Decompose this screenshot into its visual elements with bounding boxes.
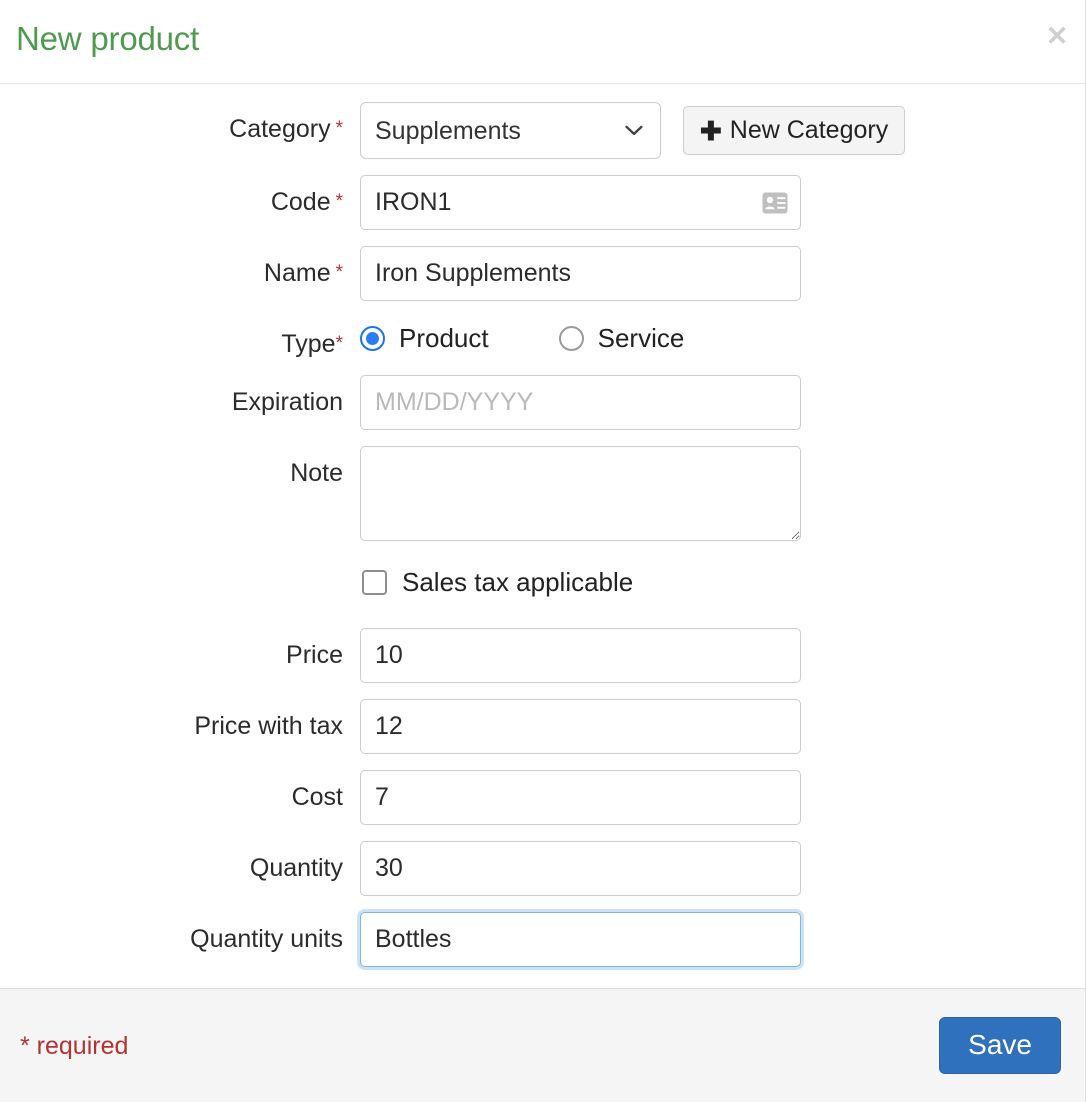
quantity-units-input[interactable]	[360, 912, 801, 967]
form-row-cost: Cost	[0, 770, 1085, 825]
form-row-price: Price	[0, 628, 1085, 683]
cost-label-cell: Cost	[0, 770, 360, 812]
sales-tax-label: Sales tax applicable	[402, 567, 634, 597]
radio-selected-icon[interactable]	[360, 326, 385, 351]
form-row-expiration: Expiration	[0, 375, 1085, 430]
quantity-label: Quantity	[249, 854, 343, 882]
expiration-controls	[360, 375, 1085, 430]
code-input-wrap	[360, 175, 801, 230]
code-input[interactable]	[360, 175, 801, 230]
quantity-units-controls	[360, 912, 1085, 967]
type-controls: Product Service	[360, 317, 1085, 354]
type-radio-service-label: Service	[597, 323, 685, 353]
category-label: Category	[229, 115, 331, 143]
form-row-quantity: Quantity	[0, 841, 1085, 896]
expiration-label-cell: Expiration	[0, 375, 360, 417]
form-row-note: Note	[0, 446, 1085, 541]
note-textarea[interactable]	[360, 446, 801, 541]
type-label: Type	[281, 330, 336, 358]
form-row-quantity-units: Quantity units	[0, 912, 1085, 967]
type-radio-service[interactable]: Service	[558, 323, 685, 354]
code-label: Code	[270, 188, 331, 216]
type-radio-product-label: Product	[399, 323, 489, 353]
form-row-name: Name *	[0, 246, 1085, 301]
radio-unselected-icon[interactable]	[558, 326, 584, 351]
note-label: Note	[290, 459, 343, 487]
new-category-label: New Category	[729, 116, 889, 144]
price-label-cell: Price	[0, 628, 360, 670]
code-controls	[360, 175, 1085, 230]
cost-input[interactable]	[360, 770, 801, 825]
name-controls	[360, 246, 1085, 301]
form-row-category: Category * Supplements ✚ New Category	[0, 102, 1085, 159]
form-row-price-with-tax: Price with tax	[0, 699, 1085, 754]
code-required-marker: *	[335, 191, 343, 212]
plus-icon: ✚	[700, 115, 722, 146]
category-required-marker: *	[335, 118, 343, 139]
price-with-tax-controls	[360, 699, 1085, 754]
note-label-cell: Note	[0, 446, 360, 488]
price-with-tax-label-cell: Price with tax	[0, 699, 360, 741]
save-button[interactable]: Save	[939, 1017, 1061, 1074]
category-select[interactable]: Supplements	[360, 102, 661, 159]
sales-tax-row[interactable]: Sales tax applicable	[360, 567, 1085, 598]
quantity-units-label: Quantity units	[190, 925, 343, 953]
form-row-type: Type* Product Service	[0, 317, 1085, 359]
type-radio-group: Product Service	[360, 317, 684, 354]
dialog-header: New product ✕	[0, 0, 1085, 84]
dialog-body: Category * Supplements ✚ New Category Code…	[0, 84, 1085, 988]
id-card-icon[interactable]	[762, 192, 788, 214]
cost-label: Cost	[291, 783, 343, 811]
dialog-title: New product	[16, 20, 200, 57]
code-label-cell: Code *	[0, 175, 360, 217]
quantity-controls	[360, 841, 1085, 896]
name-required-marker: *	[335, 262, 343, 283]
cost-controls	[360, 770, 1085, 825]
expiration-input[interactable]	[360, 375, 801, 430]
category-select-wrap: Supplements	[360, 102, 661, 159]
dialog-footer: * required Save	[0, 988, 1085, 1102]
new-product-dialog: New product ✕ Category * Supplements ✚ New…	[0, 0, 1086, 1102]
price-label: Price	[286, 641, 343, 669]
type-label-cell: Type*	[0, 317, 360, 359]
price-input[interactable]	[360, 628, 801, 683]
expiration-label: Expiration	[231, 388, 343, 416]
quantity-units-label-cell: Quantity units	[0, 912, 360, 954]
category-controls: Supplements ✚ New Category	[360, 102, 1085, 159]
name-label-cell: Name *	[0, 246, 360, 288]
note-controls	[360, 446, 1085, 541]
quantity-input[interactable]	[360, 841, 801, 896]
name-input[interactable]	[360, 246, 801, 301]
form-row-code: Code *	[0, 175, 1085, 230]
required-note: * required	[20, 1031, 129, 1060]
sales-tax-checkbox[interactable]	[362, 570, 387, 595]
price-with-tax-input[interactable]	[360, 699, 801, 754]
name-label: Name	[263, 259, 331, 287]
price-with-tax-label: Price with tax	[194, 712, 343, 740]
type-radio-product[interactable]: Product	[360, 323, 489, 354]
quantity-label-cell: Quantity	[0, 841, 360, 883]
category-label-cell: Category *	[0, 102, 360, 144]
price-controls	[360, 628, 1085, 683]
type-required-marker: *	[335, 333, 343, 354]
close-icon[interactable]: ✕	[1043, 22, 1071, 50]
new-category-button[interactable]: ✚ New Category	[683, 106, 906, 155]
